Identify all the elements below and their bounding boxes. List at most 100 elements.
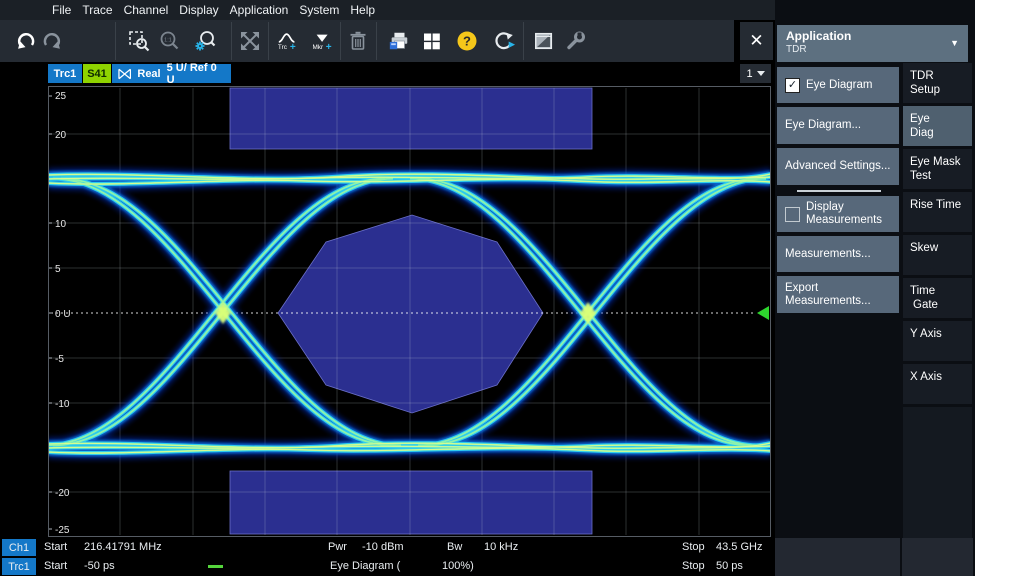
- channel-pwr-label[interactable]: Pwr: [328, 538, 347, 557]
- trace-active-indicator: [208, 565, 223, 568]
- screenshot-button[interactable]: [533, 30, 555, 52]
- channel-bw-value[interactable]: 10 kHz: [484, 538, 518, 557]
- trace-format-label: Real: [137, 68, 160, 80]
- print-button[interactable]: [388, 30, 410, 52]
- button-label: Display Measurements: [806, 201, 894, 227]
- close-button[interactable]: ✕: [740, 22, 773, 60]
- channel-bw-label[interactable]: Bw: [447, 538, 462, 557]
- tab-skew[interactable]: Skew: [903, 235, 972, 275]
- softkey-panel: Application TDR ▼ ✓ Eye Diagram Eye Diag…: [775, 0, 975, 576]
- help-button[interactable]: ?: [456, 30, 478, 52]
- trace-start-label[interactable]: Start: [44, 557, 67, 576]
- channel-pwr-value[interactable]: -10 dBm: [362, 538, 404, 557]
- expand-display-button[interactable]: [239, 30, 261, 52]
- button-label: Export Measurements...: [785, 282, 894, 308]
- add-marker-button[interactable]: Mkr +: [312, 30, 334, 52]
- tab-eye-mask-test[interactable]: Eye Mask Test: [903, 149, 972, 189]
- eye-diagram-plot[interactable]: 25 20 10 5 0 U -5 -10 -20 -25: [48, 86, 771, 537]
- tab-rise-time[interactable]: Rise Time: [903, 192, 972, 232]
- trace-measurement-type[interactable]: Eye Diagram (: [330, 557, 400, 576]
- toolbar-separator: [340, 22, 341, 60]
- menu-item-system[interactable]: System: [299, 3, 339, 17]
- window-select-dropdown[interactable]: 1: [740, 64, 771, 83]
- toolbar-separator: [268, 22, 269, 60]
- menu-item-application[interactable]: Application: [230, 3, 289, 17]
- menu-item-trace[interactable]: Trace: [82, 3, 112, 17]
- menu-item-channel[interactable]: Channel: [124, 3, 169, 17]
- display-measurements-toggle-button[interactable]: Display Measurements: [777, 196, 899, 232]
- panel-bottom-divider: [900, 538, 902, 576]
- advanced-settings-button[interactable]: Advanced Settings...: [777, 148, 899, 185]
- trace-measurement-segment[interactable]: S41: [83, 64, 111, 83]
- trace-name-segment[interactable]: Trc1: [48, 64, 82, 83]
- channel-start-value[interactable]: 216.41791 MHz: [84, 538, 162, 557]
- restart-sweep-button[interactable]: [494, 30, 516, 52]
- eye-mask-bottom-rect: [230, 471, 592, 534]
- button-label: Advanced Settings...: [785, 160, 890, 173]
- zoom-settings-button[interactable]: [194, 30, 216, 52]
- eye-diagram-icon: [118, 68, 131, 80]
- svg-text:?: ?: [463, 34, 471, 49]
- tab-label: Test: [910, 169, 972, 183]
- zoom-1to1-icon: 1:1: [159, 30, 181, 52]
- svg-text:-20: -20: [55, 488, 70, 499]
- svg-text:-5: -5: [55, 354, 64, 365]
- window-number: 1: [746, 68, 752, 80]
- checkbox-checked-icon[interactable]: ✓: [785, 78, 800, 93]
- tab-tdr-setup[interactable]: TDR Setup: [903, 63, 972, 103]
- redo-button[interactable]: [41, 30, 63, 52]
- panel-separator: [797, 190, 881, 192]
- channel-start-label[interactable]: Start: [44, 538, 67, 557]
- channel-badge[interactable]: Ch1: [2, 539, 36, 556]
- menu-item-file[interactable]: File: [52, 3, 71, 17]
- toolbar-separator: [523, 22, 524, 60]
- application-dropdown[interactable]: Application TDR ▼: [777, 25, 968, 62]
- trace-format-segment[interactable]: Real 5 U/ Ref 0 U: [112, 64, 231, 83]
- trace-stop-label[interactable]: Stop: [682, 557, 705, 576]
- undo-button[interactable]: [15, 30, 37, 52]
- tab-label: X Axis: [910, 370, 972, 384]
- tab-label: Setup: [910, 83, 972, 97]
- channel-status-row: Ch1 Start 216.41791 MHz Pwr -10 dBm Bw 1…: [0, 538, 773, 557]
- add-trace-button[interactable]: Trc +: [277, 30, 299, 52]
- menu-item-display[interactable]: Display: [179, 3, 218, 17]
- menu-item-help[interactable]: Help: [350, 3, 375, 17]
- y-axis-labels: 25 20 10 5 0 U -5 -10 -20 -25: [55, 91, 71, 536]
- help-icon: ?: [456, 30, 478, 52]
- eye-diagram-toggle-button[interactable]: ✓ Eye Diagram: [777, 67, 899, 103]
- zoom-select-icon: [128, 30, 150, 52]
- trash-icon: [347, 30, 369, 52]
- application-dropdown-value: TDR: [786, 44, 807, 55]
- delete-button[interactable]: [347, 30, 369, 52]
- tab-label: Time: [910, 284, 972, 298]
- svg-text:20: 20: [55, 130, 67, 141]
- tab-label: Gate: [910, 298, 972, 312]
- measurements-dialog-button[interactable]: Measurements...: [777, 236, 899, 272]
- export-measurements-button[interactable]: Export Measurements...: [777, 276, 899, 313]
- trace-measurement-percent[interactable]: 100%): [442, 557, 474, 576]
- checkbox-unchecked-icon[interactable]: [785, 207, 800, 222]
- system-setup-button[interactable]: [565, 30, 587, 52]
- tab-y-axis[interactable]: Y Axis: [903, 321, 972, 361]
- svg-text:-10: -10: [55, 399, 70, 410]
- zoom-select-button[interactable]: [128, 30, 150, 52]
- eye-diagram-dialog-button[interactable]: Eye Diagram...: [777, 107, 899, 144]
- trace-stop-value[interactable]: 50 ps: [716, 557, 743, 576]
- svg-text:+: +: [326, 42, 332, 52]
- channel-stop-label[interactable]: Stop: [682, 538, 705, 557]
- tab-time-gate[interactable]: Time Gate: [903, 278, 972, 318]
- tab-x-axis[interactable]: X Axis: [903, 364, 972, 404]
- tab-eye-diag[interactable]: Eye Diag: [903, 106, 972, 146]
- zoom-1to1-button[interactable]: 1:1: [159, 30, 181, 52]
- svg-text:0 U: 0 U: [55, 309, 71, 320]
- tab-column-tail: [903, 407, 972, 538]
- svg-text:10: 10: [55, 219, 67, 230]
- reference-level-marker[interactable]: [757, 306, 769, 320]
- channel-stop-value[interactable]: 43.5 GHz: [716, 538, 762, 557]
- trace-start-value[interactable]: -50 ps: [84, 557, 115, 576]
- tab-label: TDR: [910, 69, 972, 83]
- windows-start-button[interactable]: [421, 30, 443, 52]
- trace-measurement-label: S41: [87, 68, 107, 80]
- svg-text:5: 5: [55, 264, 61, 275]
- trace-badge[interactable]: Trc1: [2, 558, 36, 575]
